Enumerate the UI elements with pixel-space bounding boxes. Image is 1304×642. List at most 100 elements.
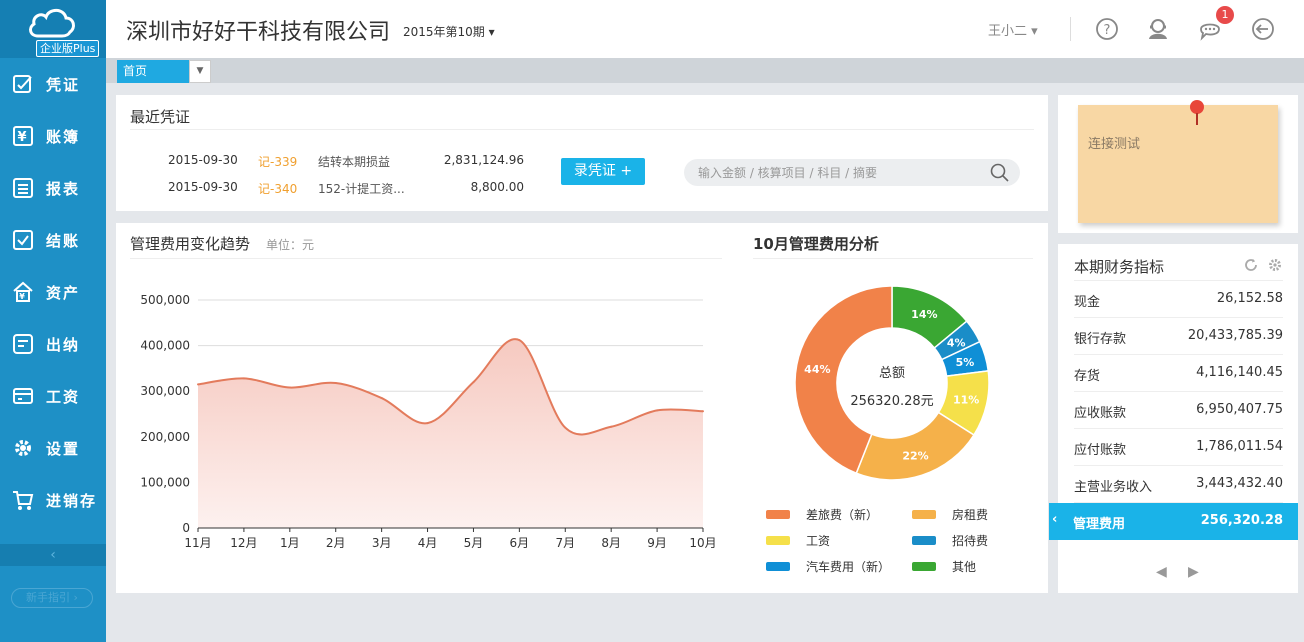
recent-vouchers-title: 最近凭证 [130,108,191,126]
customer-service-icon[interactable] [1146,17,1170,41]
expense-analysis-card: 管理费用变化趋势 单位：元 0 100,000 200,000 300,000 400,… [116,223,1048,593]
nav-item-report[interactable]: 报表 [0,162,106,214]
ledger-icon: ¥ [12,125,34,147]
x-tick-label: 2月 [326,536,346,550]
divider [130,258,722,259]
data-point[interactable] [610,425,613,428]
data-point[interactable] [472,381,475,384]
metric-label: 应收账款 [1074,406,1127,421]
beginner-guide-button[interactable]: 新手指引 › [11,588,93,608]
voucher-date: 2015-09-30 [168,153,238,167]
metric-row[interactable]: 银行存款 20,433,785.39 [1058,318,1298,355]
metric-row[interactable]: 主营业务收入 3,443,432.40 [1058,466,1298,503]
metric-row[interactable]: 应付账款 1,786,011.54 [1058,429,1298,466]
nav-item-cashier[interactable]: 出纳 [0,318,106,370]
legend-item[interactable]: 汽车费用（新） [766,558,890,575]
metric-value: 1,786,011.54 [1196,439,1283,454]
add-voucher-button[interactable]: 录凭证 + [561,158,645,185]
data-point[interactable] [197,383,199,386]
metric-label: 管理费用 [1073,517,1126,532]
recent-vouchers-card: 最近凭证 2015-09-30 记-339 结转本期损益 2,831,124.9… [116,95,1048,211]
sticky-note[interactable]: 连接测试 [1078,100,1278,223]
nav-item-voucher[interactable]: 凭证 [0,58,106,110]
y-tick-label: 400,000 [140,339,190,353]
slice-label: 11% [953,394,979,407]
inventory-cart-icon [12,489,34,511]
data-point[interactable] [518,339,521,342]
data-point[interactable] [288,386,291,389]
voucher-date: 2015-09-30 [168,180,238,194]
metric-row[interactable]: 存货 4,116,140.45 [1058,355,1298,392]
voucher-desc: 152-计提工资... [318,182,405,196]
legend-swatch [912,536,936,545]
legend-label: 汽车费用（新） [806,560,891,574]
x-tick-label: 6月 [510,536,530,550]
area-fill [198,339,703,528]
data-point[interactable] [380,397,383,400]
donut-center-label: 总额 [879,366,905,381]
sidebar-collapse-button[interactable]: ‹ [0,544,106,566]
search-icon[interactable] [990,163,1010,183]
settings-gear-icon[interactable] [1268,258,1282,272]
prev-page-button[interactable]: ◀ [1156,564,1167,580]
logout-icon[interactable] [1251,17,1275,41]
data-point[interactable] [334,381,337,384]
header-divider [1070,17,1071,41]
main-nav: 凭证 ¥ 账簿 报表 结账 ¥ 资产 出纳 工资 设置 进销存 [0,58,106,526]
metric-row[interactable]: 应收账款 6,950,407.75 [1058,392,1298,429]
nav-item-settings[interactable]: 设置 [0,422,106,474]
nav-item-inventory[interactable]: 进销存 [0,474,106,526]
sidebar: 企业版Plus 凭证 ¥ 账簿 报表 结账 ¥ 资产 出纳 工资 设置 进销存 … [0,0,106,642]
data-point[interactable] [702,410,704,413]
metric-value: 256,320.28 [1200,513,1283,528]
company-name: 深圳市好好干科技有限公司 [126,20,391,45]
next-page-button[interactable]: ▶ [1188,564,1199,580]
nav-item-ledger[interactable]: ¥ 账簿 [0,110,106,162]
voucher-amount: 2,831,124.96 [443,153,524,167]
legend-item[interactable]: 差旅费（新） [766,506,878,523]
data-point[interactable] [656,409,659,412]
logo: 企业版Plus [0,0,106,58]
x-tick-label: 12月 [230,536,257,550]
trend-chart-title: 管理费用变化趋势 [130,235,251,253]
voucher-number[interactable]: 记-339 [258,153,318,170]
gear-icon [12,437,34,459]
legend-label: 招待费 [952,534,989,548]
nav-item-checkout[interactable]: 结账 [0,214,106,266]
nav-label: 结账 [46,231,81,250]
legend-item[interactable]: 房租费 [912,506,988,523]
voucher-row[interactable]: 2015-09-30 记-339 结转本期损益 2,831,124.96 [168,153,524,170]
metric-value: 4,116,140.45 [1196,365,1283,380]
user-menu[interactable]: 王小二 ▾ [988,20,1038,39]
data-point[interactable] [242,377,245,380]
data-point[interactable] [564,426,567,429]
metric-value: 26,152.58 [1216,291,1283,306]
x-tick-label: 11月 [184,536,211,550]
donut-center-value: 256320.28元 [850,394,933,409]
trend-area-chart: 0 100,000 200,000 300,000 400,000 500,000 11月 1… [140,293,716,550]
help-icon[interactable]: ? [1095,17,1119,41]
tab-dropdown-button[interactable]: ▼ [189,60,211,83]
nav-item-salary[interactable]: 工资 [0,370,106,422]
legend-item[interactable]: 招待费 [912,532,988,549]
metric-row[interactable]: ‹ 管理费用 256,320.28 [1049,503,1298,540]
x-tick-label: 9月 [647,536,667,550]
svg-text:¥: ¥ [19,292,27,301]
legend-item[interactable]: 工资 [766,532,830,549]
search-input[interactable] [684,159,1020,186]
tab-home[interactable]: 首页 [117,60,193,83]
metric-label: 存货 [1074,369,1101,384]
x-tick-label: 5月 [464,536,484,550]
x-tick-label: 1月 [280,536,300,550]
voucher-number[interactable]: 记-340 [258,180,318,197]
metric-row[interactable]: 现金 26,152.58 [1058,281,1298,318]
legend-swatch [766,562,790,571]
legend-item[interactable]: 其他 [912,558,976,575]
voucher-row[interactable]: 2015-09-30 记-340 152-计提工资... 8,800.00 [168,180,524,197]
slice-label: 44% [804,363,830,376]
svg-text:¥: ¥ [17,130,28,145]
nav-item-assets[interactable]: ¥ 资产 [0,266,106,318]
refresh-icon[interactable] [1244,258,1258,272]
period-selector[interactable]: 2015年第10期 ▾ [403,23,495,40]
data-point[interactable] [426,422,429,425]
